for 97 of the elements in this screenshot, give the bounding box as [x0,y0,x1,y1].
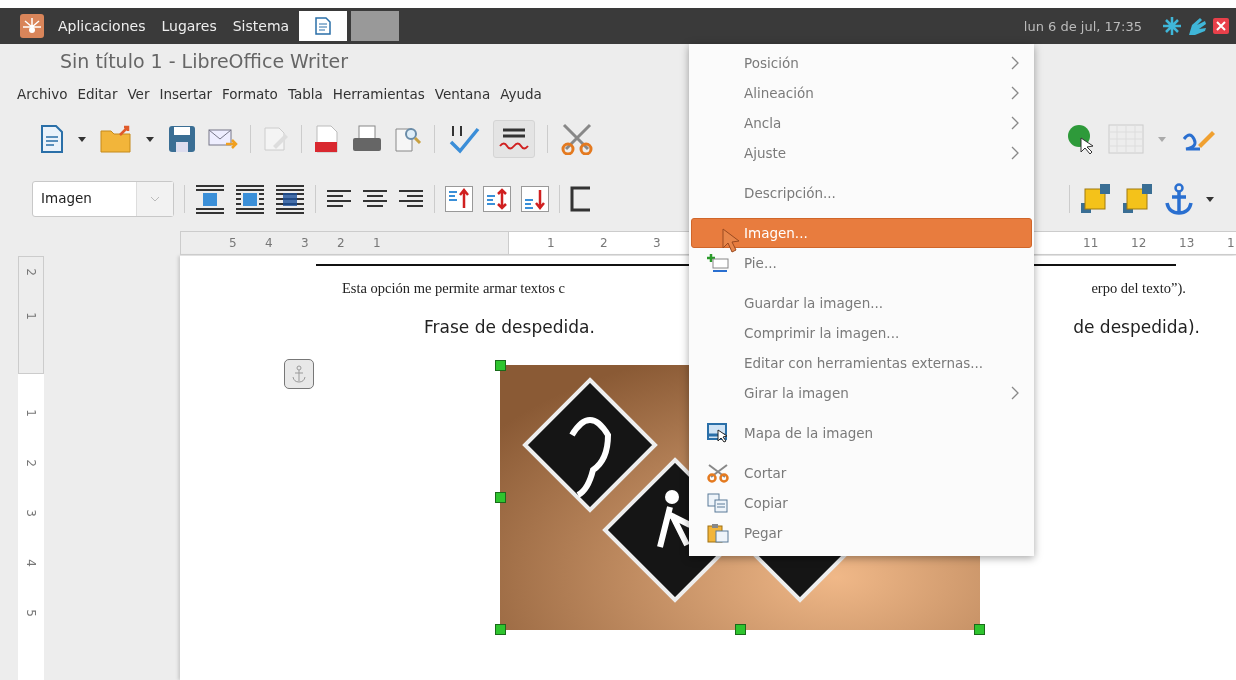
context-menu-item[interactable]: Ancla [691,108,1032,138]
ruler-number: 3 [653,235,662,252]
context-menu-item[interactable]: Cortar [691,458,1032,488]
align-left-icon[interactable] [326,189,352,209]
frame-icon[interactable] [570,186,590,212]
wrap-none-icon[interactable] [195,184,225,214]
selection-handle[interactable] [495,492,506,503]
snowflake-icon[interactable] [1162,16,1182,36]
ruler-number: 1 [547,235,556,252]
caption-icon [707,253,729,273]
scissors-icon [707,463,729,483]
context-menu-item[interactable]: Pegar [691,518,1032,548]
menu-item[interactable]: Tabla [282,86,328,102]
sunburst-logo-icon[interactable] [20,14,44,38]
ruler-number: 4 [24,559,38,567]
menu-item[interactable]: Ventana [429,86,496,102]
ruler-number: 1 [373,235,382,252]
menu-item[interactable]: Formato [217,86,283,102]
taskbar-button[interactable] [299,11,348,41]
body-text: Esta opción me permite armar textos c [342,280,566,297]
ruler-number: 3 [301,235,310,252]
align-middle-icon[interactable] [483,186,511,212]
selection-handle[interactable] [495,360,506,371]
context-menu-item[interactable]: Guardar la imagen... [691,288,1032,318]
ruler-number: 13 [1179,235,1196,252]
align-center-icon[interactable] [362,189,388,209]
body-text: de despedida). [1073,317,1200,337]
menu-item[interactable]: Ayuda [495,86,547,102]
selection-handle[interactable] [495,624,506,635]
wrap-page-icon[interactable] [235,184,265,214]
selection-handle[interactable] [735,624,746,635]
mouse-pointer-icon [722,228,742,254]
bring-forward-icon[interactable] [1080,183,1112,215]
caret-icon[interactable] [146,136,154,142]
panel-menu[interactable]: Aplicaciones [52,18,152,34]
auto-spellcheck-icon[interactable] [493,120,535,158]
clock[interactable]: lun 6 de jul, 17:35 [1023,18,1142,34]
menu-item[interactable]: Ver [122,86,155,102]
ruler-number: 1 [24,409,38,417]
ruler-number: 1 [1227,235,1236,252]
align-top-icon[interactable] [445,186,473,212]
ruler-number: 4 [265,235,274,252]
align-bottom-icon[interactable] [521,186,549,212]
anchor-icon[interactable] [1164,183,1194,215]
ruler-number: 12 [1131,235,1148,252]
context-menu-item[interactable]: Alineación [691,78,1032,108]
body-text: erpo del texto”). [1091,280,1186,297]
context-menu-item[interactable]: Comprimir la imagen... [691,318,1032,348]
wrap-through-icon[interactable] [275,184,305,214]
panel-menu[interactable]: Lugares [155,18,223,34]
ruler-number: 2 [600,235,609,252]
context-menu-item[interactable]: Pie... [691,248,1032,278]
ruler-number: 2 [24,459,38,467]
open-folder-icon[interactable] [100,125,132,153]
caret-icon[interactable] [78,136,86,142]
paste-icon [707,523,729,543]
context-menu-item[interactable]: Posición [691,48,1032,78]
anchor-marker-icon[interactable] [284,359,314,389]
menu-item[interactable]: Insertar [154,86,218,102]
ruler-number: 2 [24,268,38,276]
window-title: Sin título 1 - LibreOffice Writer [60,50,349,74]
panel-menu[interactable]: Sistema [226,18,296,34]
ruler-number: 5 [229,235,238,252]
menu-item[interactable]: Editar [72,86,123,102]
scissors-icon[interactable] [560,123,594,155]
caret-icon[interactable] [1206,196,1214,202]
body-text: Frase de despedida. [424,317,595,337]
selection-handle[interactable] [974,624,985,635]
print-icon[interactable] [352,125,382,153]
context-menu-item[interactable]: Imagen... [691,218,1032,248]
new-document-icon[interactable] [40,125,64,153]
ruler-number: 3 [24,509,38,517]
context-menu-item[interactable]: Girar la imagen [691,378,1032,408]
ruler-number: 5 [24,609,38,617]
chevron-down-icon [150,196,160,202]
menu-item[interactable]: Herramientas [327,86,430,102]
document-icon [315,17,332,35]
ruler-number: 1 [24,312,38,320]
context-menu-item[interactable]: Ajuste [691,138,1032,168]
save-icon[interactable] [168,125,196,153]
close-icon[interactable] [1212,17,1230,35]
context-menu-item[interactable]: Mapa de la imagen [691,418,1032,448]
ruler-number: 11 [1083,235,1100,252]
image-map-icon [707,423,729,443]
context-menu-item[interactable]: Editar con herramientas externas... [691,348,1032,378]
pdf-icon[interactable] [314,125,340,153]
print-preview-icon[interactable] [394,125,422,153]
context-menu-item[interactable]: Descripción... [691,178,1032,208]
menu-item[interactable]: Archivo [12,86,73,102]
send-backward-icon[interactable] [1122,183,1154,215]
context-menu-item[interactable]: Copiar [691,488,1032,518]
align-right-icon[interactable] [398,189,424,209]
spellcheck-icon[interactable] [447,124,481,154]
copy-icon [707,493,729,513]
paragraph-style-dropdown[interactable]: Imagen [32,181,174,217]
hand-icon[interactable] [1186,15,1208,37]
ruler-number: 2 [337,235,346,252]
